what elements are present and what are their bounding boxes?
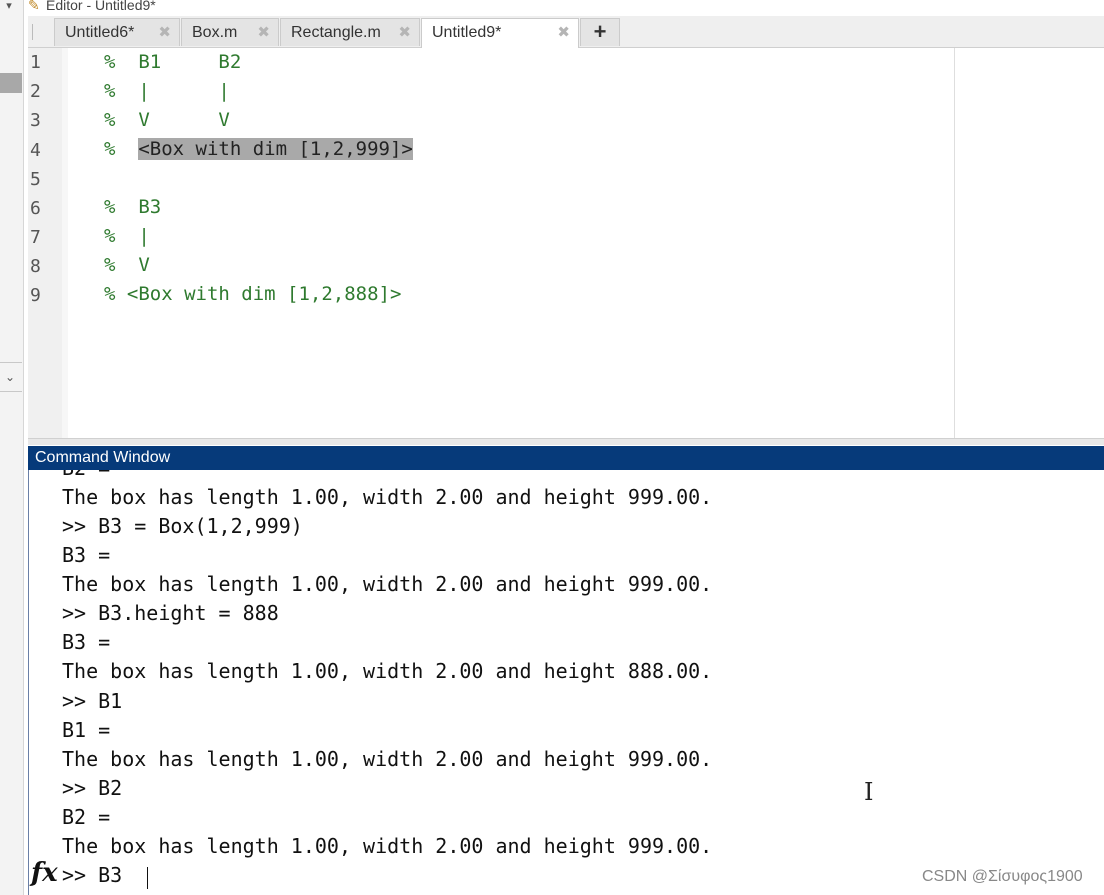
command-window-title: Command Window xyxy=(28,446,1104,470)
line-number: 5 xyxy=(30,169,41,190)
divider xyxy=(0,362,22,363)
scroll-thumb[interactable] xyxy=(0,73,22,93)
collapse-icon[interactable]: ▾ xyxy=(0,0,18,14)
code-line[interactable]: % V V xyxy=(104,109,230,131)
right-margin-line xyxy=(954,48,955,440)
command-window[interactable]: B2 = The box has length 1.00, width 2.00… xyxy=(28,470,1104,895)
close-icon[interactable]: ✖ xyxy=(557,19,570,47)
tab-rectangle-m[interactable]: Rectangle.m ✖ xyxy=(280,18,420,46)
output-line: The box has length 1.00, width 2.00 and … xyxy=(62,834,713,858)
command-line: >> B2 xyxy=(62,776,123,800)
editor-pencil-icon: ✎ xyxy=(28,0,40,13)
close-icon[interactable]: ✖ xyxy=(257,19,270,47)
command-line: >> B3.height = 888 xyxy=(62,601,279,625)
chevron-down-icon[interactable]: ⌄ xyxy=(1,370,19,386)
fx-function-browser-icon[interactable]: fx xyxy=(31,858,58,888)
selected-text[interactable]: <Box with dim [1,2,999]> xyxy=(138,138,413,160)
command-prompt-input[interactable]: >> B3 xyxy=(62,863,122,887)
tab-untitled6[interactable]: Untitled6* ✖ xyxy=(54,18,180,46)
output-line: B2 = xyxy=(62,805,111,829)
code-editor[interactable]: 1 % B1 B2 2 % | | 3 % V V 4 % <Box with … xyxy=(28,48,1104,440)
code-line[interactable]: % B3 xyxy=(104,196,161,218)
tab-label: Rectangle.m xyxy=(291,24,381,41)
editor-tab-bar: Untitled6* ✖ Box.m ✖ Rectangle.m ✖ Untit… xyxy=(28,16,1104,48)
code-line[interactable]: % B1 B2 xyxy=(104,51,241,73)
editor-title-text: Editor - Untitled9* xyxy=(46,0,156,13)
output-line: The box has length 1.00, width 2.00 and … xyxy=(62,659,713,683)
line-number: 9 xyxy=(30,285,41,306)
command-line: >> B3 = Box(1,2,999) xyxy=(62,514,303,538)
tab-separator xyxy=(32,24,33,40)
code-text: % xyxy=(104,138,139,160)
tab-label: Untitled6* xyxy=(65,24,135,41)
output-line: B3 = xyxy=(62,543,111,567)
line-number: 8 xyxy=(30,256,41,277)
left-panel-strip: ▾ ⌄ xyxy=(0,0,24,895)
output-line: B3 = xyxy=(62,630,111,654)
line-number: 1 xyxy=(30,52,41,73)
code-line[interactable]: % <Box with dim [1,2,999]> xyxy=(104,138,413,160)
output-line: The box has length 1.00, width 2.00 and … xyxy=(62,485,713,509)
code-line[interactable]: % | | xyxy=(104,80,230,102)
line-number: 4 xyxy=(30,140,41,161)
line-number: 3 xyxy=(30,110,41,131)
tab-untitled9[interactable]: Untitled9* ✖ xyxy=(421,18,579,48)
line-number: 6 xyxy=(30,198,41,219)
line-number: 2 xyxy=(30,81,41,102)
editor-title: ✎ Editor - Untitled9* xyxy=(28,0,156,16)
command-line: >> B1 xyxy=(62,689,123,713)
panel-splitter[interactable] xyxy=(28,438,1104,445)
output-line: B2 = xyxy=(62,470,110,480)
code-line[interactable]: % <Box with dim [1,2,888]> xyxy=(104,283,401,305)
mouse-ibeam-cursor-icon: I xyxy=(864,778,874,806)
output-line: The box has length 1.00, width 2.00 and … xyxy=(62,572,713,596)
tab-label: Box.m xyxy=(192,24,238,41)
add-tab-button[interactable]: + xyxy=(580,18,620,46)
close-icon[interactable]: ✖ xyxy=(398,19,411,47)
marker-column xyxy=(62,48,68,440)
line-number: 7 xyxy=(30,227,41,248)
output-line: B1 = xyxy=(62,718,111,742)
divider xyxy=(0,391,22,392)
text-caret xyxy=(147,867,148,889)
code-line[interactable]: % | xyxy=(104,225,150,247)
tab-label: Untitled9* xyxy=(432,24,502,41)
tab-box-m[interactable]: Box.m ✖ xyxy=(181,18,279,46)
code-line[interactable]: % V xyxy=(104,254,150,276)
output-line: The box has length 1.00, width 2.00 and … xyxy=(62,747,713,771)
watermark: CSDN @Σίσυφος1900 xyxy=(922,868,1083,885)
close-icon[interactable]: ✖ xyxy=(158,19,171,47)
